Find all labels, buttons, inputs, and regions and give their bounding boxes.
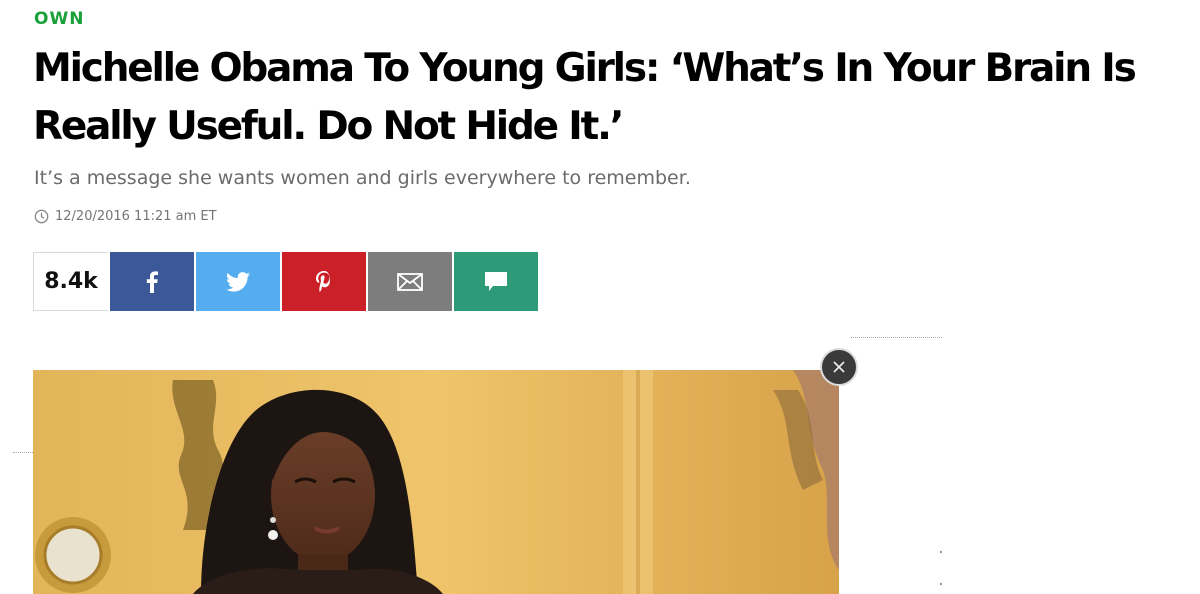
share-bar: 8.4k bbox=[33, 252, 538, 311]
email-icon bbox=[397, 272, 423, 291]
article-subhead: It’s a message she wants women and girls… bbox=[34, 167, 691, 189]
twitter-share-button[interactable] bbox=[196, 252, 280, 311]
ad-marker bbox=[940, 583, 942, 585]
ad-slot-border-left bbox=[13, 452, 33, 453]
close-icon bbox=[833, 361, 845, 373]
close-video-button[interactable] bbox=[820, 348, 858, 386]
pinterest-icon bbox=[316, 270, 330, 292]
article-timestamp: 12/20/2016 11:21 am ET bbox=[34, 207, 217, 225]
ad-slot-border bbox=[851, 337, 942, 338]
pinterest-share-button[interactable] bbox=[282, 252, 366, 311]
headline-line-1: Michelle Obama To Young Girls: ‘What’s I… bbox=[33, 46, 1137, 91]
video-player[interactable] bbox=[33, 370, 839, 594]
comment-icon bbox=[485, 271, 507, 291]
section-label[interactable]: OWN bbox=[34, 9, 84, 29]
email-share-button[interactable] bbox=[368, 252, 452, 311]
article-headline: Michelle Obama To Young Girls: ‘What’s I… bbox=[33, 40, 1200, 156]
share-count: 8.4k bbox=[33, 252, 108, 311]
clock-icon bbox=[34, 209, 49, 224]
twitter-icon bbox=[226, 271, 250, 292]
facebook-share-button[interactable] bbox=[110, 252, 194, 311]
headline-line-2: Really Useful. Do Not Hide It.’ bbox=[33, 104, 624, 149]
comments-button[interactable] bbox=[454, 252, 538, 311]
timestamp-text: 12/20/2016 11:21 am ET bbox=[55, 208, 217, 224]
ad-marker bbox=[940, 551, 942, 553]
facebook-icon bbox=[146, 270, 158, 293]
video-frame bbox=[33, 370, 839, 594]
